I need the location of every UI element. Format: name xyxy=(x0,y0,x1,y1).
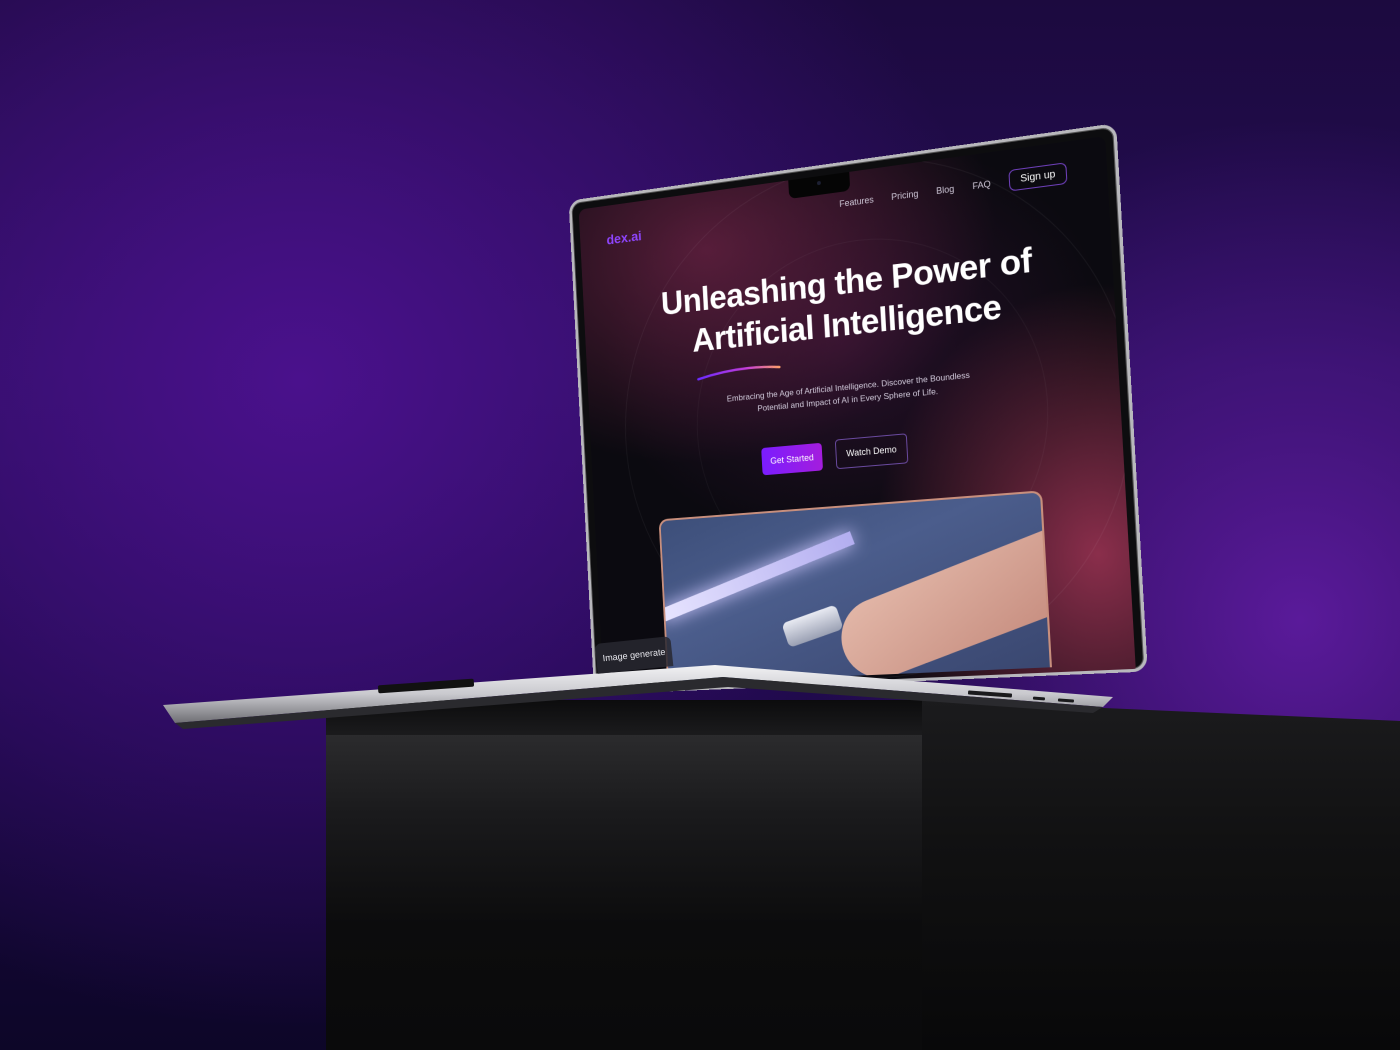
nav-link-features[interactable]: Features xyxy=(839,194,874,208)
product-mockup-scene: dex.ai Features Pricing Blog FAQ Sign up… xyxy=(0,0,1400,1050)
laptop-display: dex.ai Features Pricing Blog FAQ Sign up… xyxy=(555,155,1120,675)
pedestal-side xyxy=(922,700,1400,1050)
laptop-base xyxy=(163,665,1123,735)
nav-link-blog[interactable]: Blog xyxy=(936,183,955,195)
laptop-bezel: dex.ai Features Pricing Blog FAQ Sign up… xyxy=(569,123,1148,694)
robot-hand-graphic xyxy=(781,604,843,647)
pedestal-front xyxy=(326,735,922,1050)
gradient-underline xyxy=(696,363,781,381)
human-hand-graphic xyxy=(830,530,1052,684)
watch-demo-button[interactable]: Watch Demo xyxy=(835,433,909,469)
nav-link-pricing[interactable]: Pricing xyxy=(891,188,919,202)
site-nav: Features Pricing Blog FAQ Sign up xyxy=(839,162,1068,214)
hero-preview-image xyxy=(659,490,1052,683)
get-started-button[interactable]: Get Started xyxy=(761,443,823,476)
nav-link-faq[interactable]: FAQ xyxy=(972,178,991,191)
website-screen: dex.ai Features Pricing Blog FAQ Sign up… xyxy=(579,136,1136,691)
site-logo[interactable]: dex.ai xyxy=(606,228,642,248)
hero-title: Unleashing the Power of Artificial Intel… xyxy=(653,238,1043,365)
signup-button[interactable]: Sign up xyxy=(1008,162,1067,191)
camera-icon xyxy=(817,181,821,185)
